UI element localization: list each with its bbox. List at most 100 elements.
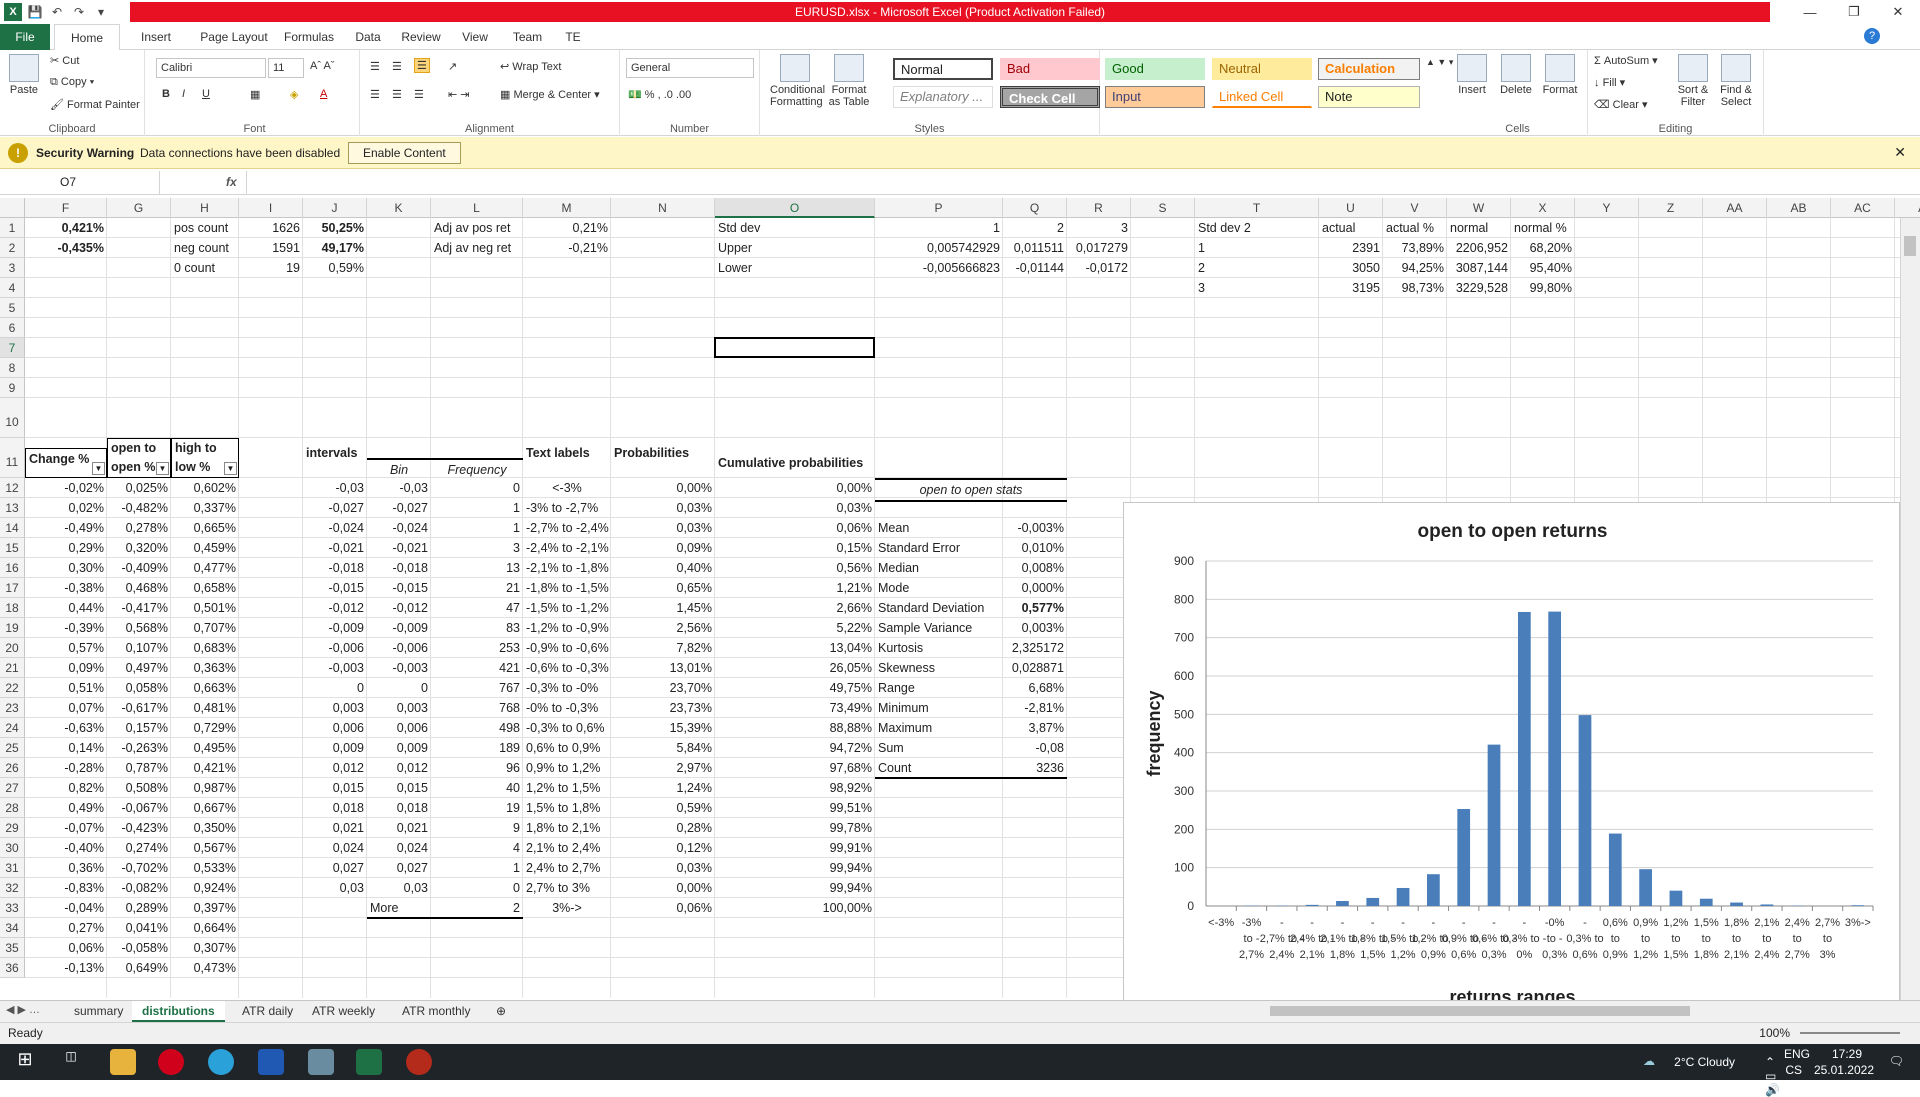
column-header-o[interactable]: O bbox=[715, 198, 875, 218]
row-header-6[interactable]: 6 bbox=[0, 318, 25, 338]
style-normal[interactable]: Normal bbox=[893, 58, 993, 80]
column-header-l[interactable]: L bbox=[431, 198, 523, 218]
language-indicator[interactable]: ENG bbox=[1784, 1047, 1810, 1061]
style-neutral[interactable]: Neutral bbox=[1212, 58, 1312, 80]
column-header-r[interactable]: R bbox=[1067, 198, 1131, 218]
column-header-p[interactable]: P bbox=[875, 198, 1003, 218]
column-header-m[interactable]: M bbox=[523, 198, 611, 218]
row-header-14[interactable]: 14 bbox=[0, 518, 25, 538]
save-icon[interactable]: 💾 bbox=[26, 3, 44, 21]
column-header-i[interactable]: I bbox=[239, 198, 303, 218]
column-header-j[interactable]: J bbox=[303, 198, 367, 218]
fill-button[interactable]: ↓ Fill ▾ bbox=[1594, 76, 1625, 89]
row-header-27[interactable]: 27 bbox=[0, 778, 25, 798]
insert-cells-button[interactable]: Insert bbox=[1452, 54, 1492, 96]
number-format-select[interactable]: General bbox=[626, 58, 754, 78]
cut-button[interactable]: ✂ Cut bbox=[50, 54, 79, 67]
row-header-13[interactable]: 13 bbox=[0, 498, 25, 518]
close-window-button[interactable]: ✕ bbox=[1876, 0, 1920, 24]
column-header-ac[interactable]: AC bbox=[1831, 198, 1895, 218]
column-header-x[interactable]: X bbox=[1511, 198, 1575, 218]
tab-formulas[interactable]: Formulas bbox=[278, 24, 340, 50]
tab-team[interactable]: Team bbox=[505, 24, 550, 50]
column-header-t[interactable]: T bbox=[1195, 198, 1319, 218]
histogram-chart[interactable]: open to open returns01002003004005006007… bbox=[1123, 502, 1900, 1002]
vertical-scroll-thumb[interactable] bbox=[1904, 236, 1916, 256]
grow-font-icon[interactable]: Aˆ Aˇ bbox=[310, 60, 334, 72]
fill-color-icon[interactable]: ◈ bbox=[290, 88, 298, 101]
tab-data[interactable]: Data bbox=[344, 24, 392, 50]
new-sheet-icon[interactable]: ⊕ bbox=[486, 1001, 516, 1022]
task-view-icon[interactable]: ◫ bbox=[58, 1049, 84, 1075]
row-header-5[interactable]: 5 bbox=[0, 298, 25, 318]
font-size-select[interactable]: 11 bbox=[268, 58, 304, 78]
horizontal-scroll-thumb[interactable] bbox=[1270, 1006, 1690, 1016]
column-header-z[interactable]: Z bbox=[1639, 198, 1703, 218]
sheet-tab-distributions[interactable]: distributions bbox=[132, 1001, 225, 1022]
tab-insert[interactable]: Insert bbox=[123, 24, 189, 50]
style-check-cell[interactable]: Check Cell bbox=[1000, 86, 1100, 108]
align-left-icon[interactable]: ☰ bbox=[370, 88, 380, 101]
format-painter-button[interactable]: 🖌 Format Painter bbox=[50, 98, 140, 111]
column-header-ad[interactable]: AD bbox=[1895, 198, 1920, 218]
column-header-n[interactable]: N bbox=[611, 198, 715, 218]
style-calculation[interactable]: Calculation bbox=[1318, 58, 1420, 80]
app-icon[interactable] bbox=[258, 1049, 284, 1075]
file-explorer-icon[interactable] bbox=[110, 1049, 136, 1075]
notifications-icon[interactable]: 🗨 bbox=[1889, 1054, 1904, 1068]
row-header-24[interactable]: 24 bbox=[0, 718, 25, 738]
tab-view[interactable]: View bbox=[450, 24, 500, 50]
row-header-32[interactable]: 32 bbox=[0, 878, 25, 898]
sheet-nav-icon[interactable]: ◀ ▶ … bbox=[6, 1003, 40, 1016]
row-header-16[interactable]: 16 bbox=[0, 558, 25, 578]
merge-center-button[interactable]: ▦ Merge & Center ▾ bbox=[500, 88, 600, 101]
name-box[interactable]: O7 bbox=[0, 171, 160, 194]
delete-cells-button[interactable]: Delete bbox=[1496, 54, 1536, 96]
row-header-23[interactable]: 23 bbox=[0, 698, 25, 718]
row-header-30[interactable]: 30 bbox=[0, 838, 25, 858]
row-header-20[interactable]: 20 bbox=[0, 638, 25, 658]
row-header-12[interactable]: 12 bbox=[0, 478, 25, 498]
formula-input[interactable] bbox=[246, 171, 1920, 194]
column-header-h[interactable]: H bbox=[171, 198, 239, 218]
autosum-button[interactable]: Σ AutoSum ▾ bbox=[1594, 54, 1658, 67]
column-header-f[interactable]: F bbox=[25, 198, 107, 218]
row-header-28[interactable]: 28 bbox=[0, 798, 25, 818]
sort-filter-button[interactable]: Sort & Filter bbox=[1674, 54, 1712, 108]
excel-taskbar-icon[interactable] bbox=[356, 1049, 382, 1075]
tab-review[interactable]: Review bbox=[396, 24, 446, 50]
opera-icon[interactable] bbox=[158, 1049, 184, 1075]
row-header-29[interactable]: 29 bbox=[0, 818, 25, 838]
redo-icon[interactable]: ↷ bbox=[70, 3, 88, 21]
row-header-26[interactable]: 26 bbox=[0, 758, 25, 778]
row-header-22[interactable]: 22 bbox=[0, 678, 25, 698]
bold-button[interactable]: B bbox=[162, 88, 170, 100]
row-header-2[interactable]: 2 bbox=[0, 238, 25, 258]
selected-cell-o7[interactable] bbox=[714, 337, 875, 358]
telegram-icon[interactable] bbox=[208, 1049, 234, 1075]
close-icon[interactable]: ✕ bbox=[1894, 144, 1906, 161]
orientation-icon[interactable]: ↗ bbox=[448, 60, 457, 73]
row-header-4[interactable]: 4 bbox=[0, 278, 25, 298]
column-header-ab[interactable]: AB bbox=[1767, 198, 1831, 218]
tray-icons[interactable]: ⌃ ▭ 🔊 bbox=[1765, 1055, 1780, 1097]
sheet-tab-atr-daily[interactable]: ATR daily bbox=[232, 1001, 303, 1022]
column-header-y[interactable]: Y bbox=[1575, 198, 1639, 218]
style-explanatory[interactable]: Explanatory ... bbox=[893, 86, 993, 108]
wrap-text-button[interactable]: ↩ Wrap Text bbox=[500, 60, 561, 73]
row-header-7[interactable]: 7 bbox=[0, 338, 25, 358]
row-header-3[interactable]: 3 bbox=[0, 258, 25, 278]
filter-dropdown-icon[interactable]: ▼ bbox=[224, 462, 237, 475]
insert-function-icon[interactable]: fx bbox=[226, 171, 246, 194]
clock-time[interactable]: 17:29 bbox=[1832, 1047, 1862, 1061]
style-input[interactable]: Input bbox=[1105, 86, 1205, 108]
currency-icon[interactable]: 💵 % , .0 .00 bbox=[628, 88, 691, 101]
app-red-icon[interactable] bbox=[406, 1049, 432, 1075]
copy-button[interactable]: ⧉ Copy ▾ bbox=[50, 76, 94, 89]
tab-home[interactable]: Home bbox=[54, 24, 120, 51]
select-all-corner[interactable] bbox=[0, 198, 25, 218]
column-header-u[interactable]: U bbox=[1319, 198, 1383, 218]
format-cells-button[interactable]: Format bbox=[1540, 54, 1580, 96]
column-header-aa[interactable]: AA bbox=[1703, 198, 1767, 218]
tab-file[interactable]: File bbox=[0, 24, 50, 50]
